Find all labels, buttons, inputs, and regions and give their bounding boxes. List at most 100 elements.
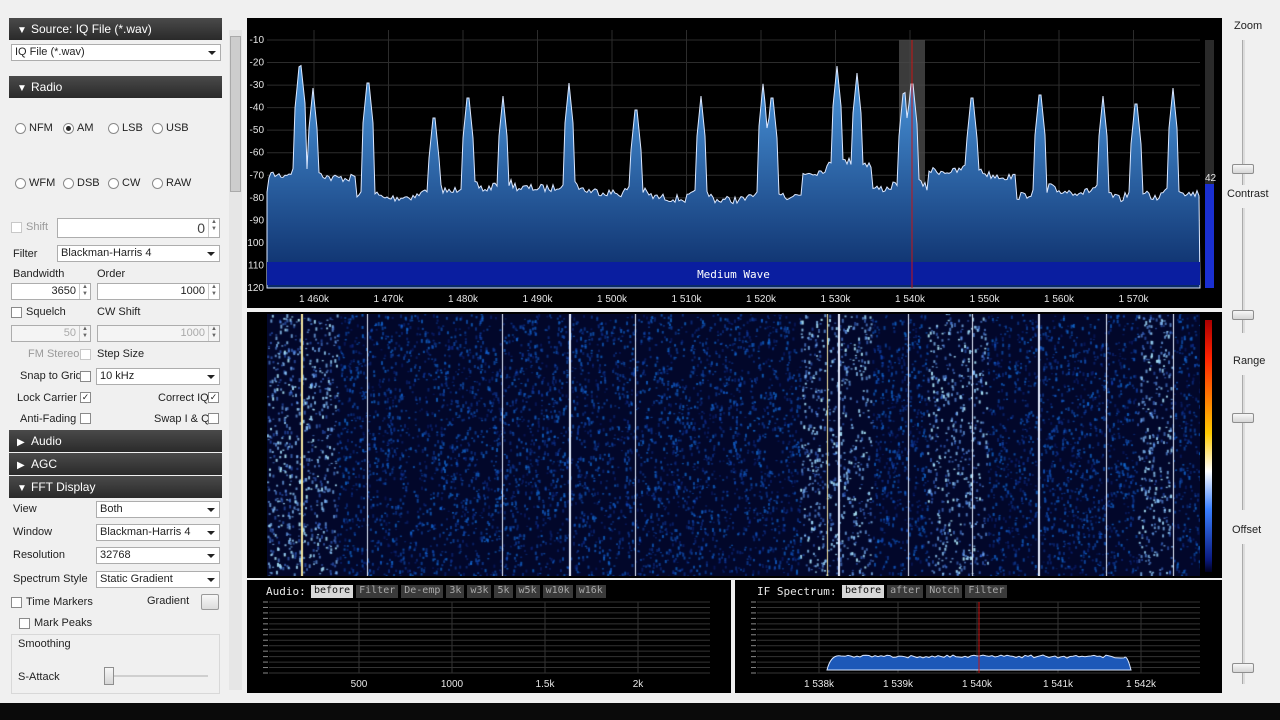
- mode-radio-raw[interactable]: [152, 178, 163, 189]
- mode-radio-lsb[interactable]: [108, 123, 119, 134]
- correct-iq-checkbox[interactable]: ✓: [208, 392, 219, 403]
- fft-display-section-header[interactable]: ▼ FFT Display: [9, 476, 222, 498]
- window-select[interactable]: Blackman-Harris 4: [96, 524, 220, 541]
- contrast-slider-thumb[interactable]: [1232, 310, 1254, 320]
- spectrum-x-tick: 1 510k: [671, 294, 702, 305]
- resolution-select-value: 32768: [100, 549, 131, 561]
- audio-panel[interactable]: Audio: before Filter De-emp 3k w3k 5k w5k w10k w…: [247, 580, 731, 693]
- mode-label-am: AM: [77, 122, 94, 134]
- mode-label-usb: USB: [166, 122, 189, 134]
- spectrum-y-tick: 120: [247, 283, 264, 294]
- mode-radio-usb[interactable]: [152, 123, 163, 134]
- title-strip: [0, 0, 1280, 10]
- spectrum-x-tick: 1 490k: [522, 294, 553, 305]
- radio-section-header[interactable]: ▼ Radio: [9, 76, 222, 98]
- offset-slider-thumb[interactable]: [1232, 663, 1254, 673]
- gradient-button[interactable]: [201, 594, 219, 610]
- spectrum-style-select[interactable]: Static Gradient: [96, 571, 220, 588]
- dropdown-arrow-icon: [207, 531, 215, 535]
- spectrum-y-tick: -40: [250, 103, 265, 114]
- squelch-checkbox[interactable]: [11, 307, 22, 318]
- order-input-value: 1000: [180, 285, 205, 297]
- resolution-select[interactable]: 32768: [96, 547, 220, 564]
- order-label: Order: [97, 268, 126, 280]
- anti-fading-checkbox[interactable]: [80, 413, 91, 424]
- agc-section-header[interactable]: ▶ AGC: [9, 453, 222, 475]
- mark-peaks-label: Mark Peaks: [34, 617, 93, 629]
- shift-input[interactable]: 0 ▲ ▼: [57, 218, 220, 238]
- spectrum-x-tick: 1 470k: [373, 294, 404, 305]
- spectrum-plot[interactable]: -10 -20 -30 -40 -50 -60 -70 -80 -90 100 110 120 1 46…: [247, 18, 1222, 308]
- time-markers-checkbox[interactable]: [11, 597, 22, 608]
- fft-display-header-label: FFT Display: [31, 480, 96, 494]
- x-tick-label: 1 538k: [804, 679, 835, 690]
- dropdown-arrow-icon: [207, 252, 215, 256]
- mode-radio-dsb[interactable]: [63, 178, 74, 189]
- filter-label: Filter: [13, 248, 38, 260]
- mode-radio-wfm[interactable]: [15, 178, 26, 189]
- spectrum-x-tick: 1 520k: [746, 294, 777, 305]
- view-select[interactable]: Both: [96, 501, 220, 518]
- mode-radio-nfm[interactable]: [15, 123, 26, 134]
- waterfall-panel[interactable]: [247, 312, 1222, 578]
- spectrum-y-tick: -10: [250, 35, 265, 46]
- swap-iq-checkbox[interactable]: [208, 413, 219, 424]
- spectrum-x-tick: 1 550k: [969, 294, 1000, 305]
- range-track[interactable]: [1242, 375, 1245, 510]
- sdr-app-window: { "left_panel": { "source": {"header": "…: [0, 0, 1280, 720]
- spectrum-y-tick: 100: [247, 238, 264, 249]
- step-size-select-value: 10 kHz: [100, 370, 135, 382]
- range-label: Range: [1233, 355, 1266, 367]
- filter-select[interactable]: Blackman-Harris 4: [57, 245, 220, 262]
- shift-checkbox[interactable]: [11, 222, 22, 233]
- lock-carrier-checkbox[interactable]: ✓: [80, 392, 91, 403]
- spinner-icon[interactable]: ▲ ▼: [79, 284, 90, 299]
- squelch-input[interactable]: 50 ▲ ▼: [11, 325, 91, 342]
- x-tick-label: 1 539k: [883, 679, 914, 690]
- expand-arrow-icon: ▶: [17, 437, 25, 448]
- order-input[interactable]: 1000 ▲ ▼: [97, 283, 220, 300]
- bandwidth-label: Bandwidth: [13, 268, 65, 280]
- mode-radio-am[interactable]: [63, 123, 74, 134]
- spectrum-y-tick: -90: [250, 215, 265, 226]
- s-attack-slider[interactable]: [104, 667, 114, 685]
- left-panel-scroll-thumb[interactable]: [230, 36, 241, 192]
- range-slider-thumb[interactable]: [1232, 413, 1254, 423]
- spectrum-style-select-value: Static Gradient: [100, 573, 173, 585]
- if-spectrum-panel[interactable]: IF Spectrum: before after Notch Filter 1 53…: [735, 580, 1222, 693]
- snap-to-grid-checkbox[interactable]: [80, 371, 91, 382]
- fm-stereo-label: FM Stereo: [28, 348, 80, 360]
- mode-label-wfm: WFM: [29, 177, 56, 189]
- audio-section-header[interactable]: ▶ Audio: [9, 430, 222, 452]
- cw-shift-label: CW Shift: [97, 306, 141, 318]
- fm-stereo-checkbox[interactable]: [80, 349, 91, 360]
- cw-shift-input[interactable]: 1000 ▲ ▼: [97, 325, 220, 342]
- snap-to-grid-label: Snap to Grid: [20, 370, 82, 382]
- zoom-slider-thumb[interactable]: [1232, 164, 1254, 174]
- collapse-arrow-icon: ▼: [17, 83, 27, 94]
- collapse-arrow-icon: ▼: [17, 25, 27, 36]
- spinner-icon[interactable]: ▲ ▼: [208, 284, 219, 299]
- spectrum-x-tick: 1 500k: [597, 294, 628, 305]
- source-select[interactable]: IQ File (*.wav): [11, 44, 221, 61]
- spectrum-panel[interactable]: -10 -20 -30 -40 -50 -60 -70 -80 -90 100 110 120 1 46…: [247, 18, 1222, 308]
- resolution-label: Resolution: [13, 549, 65, 561]
- source-section-header[interactable]: ▼ Source: IQ File (*.wav): [9, 18, 222, 40]
- spinner-icon[interactable]: ▲ ▼: [79, 326, 90, 341]
- spinner-icon[interactable]: ▲ ▼: [208, 219, 219, 237]
- mode-label-lsb: LSB: [122, 122, 143, 134]
- step-size-select[interactable]: 10 kHz: [96, 368, 220, 385]
- bottom-bar: [0, 703, 1280, 720]
- x-tick-label: 1.5k: [536, 679, 556, 690]
- cw-shift-input-value: 1000: [180, 327, 205, 339]
- shift-label: Shift: [26, 221, 49, 233]
- spectrum-trace: [266, 64, 1201, 289]
- anti-fading-label: Anti-Fading: [20, 413, 77, 425]
- mark-peaks-checkbox[interactable]: [19, 618, 30, 629]
- spinner-icon[interactable]: ▲ ▼: [208, 326, 219, 341]
- bandwidth-input[interactable]: 3650 ▲ ▼: [11, 283, 91, 300]
- x-tick-label: 1 542k: [1126, 679, 1157, 690]
- smoothing-label: Smoothing: [18, 638, 71, 650]
- mode-radio-cw[interactable]: [108, 178, 119, 189]
- bandwidth-input-value: 3650: [51, 285, 76, 297]
